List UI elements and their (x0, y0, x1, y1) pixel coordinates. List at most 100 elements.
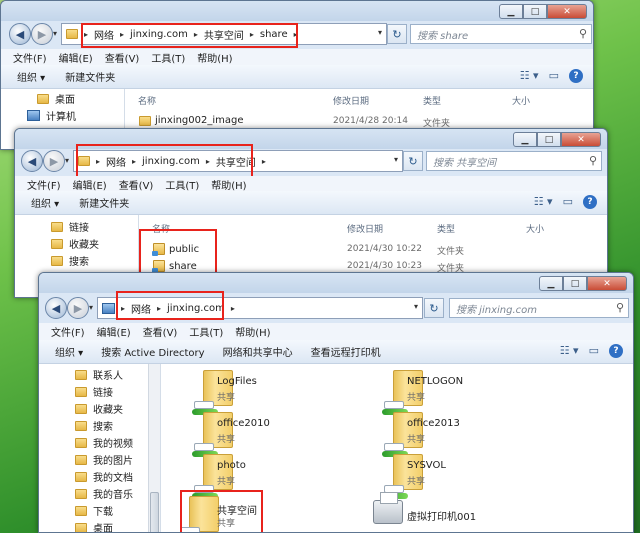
recent-pages-dropdown-icon[interactable]: ▾ (65, 156, 69, 165)
menu-help[interactable]: 帮助(H) (197, 50, 232, 65)
nav-scrollbar[interactable] (148, 364, 160, 532)
breadcrumb-network[interactable]: 网络 (94, 27, 114, 42)
view-options-icon[interactable]: ☷ ▾ (520, 69, 539, 83)
view-options-icon[interactable]: ☷ ▾ (560, 344, 579, 358)
column-name[interactable]: 名称 (138, 94, 156, 107)
forward-arrow-icon[interactable]: ▶ (43, 150, 65, 172)
maximize-button[interactable]: □ (537, 132, 561, 147)
preview-pane-icon[interactable]: ▭ (549, 69, 559, 83)
organize-button[interactable]: 组织 ▾ (17, 69, 45, 84)
close-button[interactable]: ✕ (547, 4, 587, 19)
nav-item-favorites[interactable]: 收藏夹 (51, 236, 99, 251)
breadcrumb-domain[interactable]: jinxing.com (142, 156, 200, 167)
magnifier-icon[interactable]: ⚲ (589, 154, 597, 167)
minimize-button[interactable]: ▁ (499, 4, 523, 19)
nav-item-downloads[interactable]: 下载 (75, 503, 113, 518)
breadcrumb-shared-space[interactable]: 共享空间 (216, 154, 256, 169)
breadcrumb-network[interactable]: 网络 (106, 154, 126, 169)
menu-file[interactable]: 文件(F) (13, 50, 47, 65)
menu-tools[interactable]: 工具(T) (151, 50, 185, 65)
back-arrow-icon[interactable]: ◀ (9, 23, 31, 45)
nav-item-desktop[interactable]: 桌面 (75, 520, 113, 532)
organize-button[interactable]: 组织 ▾ (55, 344, 83, 359)
refresh-icon[interactable]: ↻ (424, 298, 444, 318)
breadcrumb-shared-space[interactable]: 共享空间 (204, 27, 244, 42)
column-type[interactable]: 类型 (423, 94, 441, 107)
help-icon[interactable]: ? (583, 195, 597, 209)
address-dropdown-icon[interactable]: ▾ (378, 28, 382, 37)
nav-item-searches[interactable]: 搜索 (51, 253, 89, 268)
breadcrumb-domain[interactable]: jinxing.com (130, 29, 188, 40)
address-dropdown-icon[interactable]: ▾ (394, 155, 398, 164)
forward-arrow-icon[interactable]: ▶ (31, 23, 53, 45)
search-input[interactable]: 搜索 share ⚲ (410, 24, 592, 44)
minimize-button[interactable]: ▁ (539, 276, 563, 291)
breadcrumb-share[interactable]: share (260, 29, 288, 40)
address-bar[interactable]: ▸ 网络 ▸ jinxing.com ▸ 共享空间 ▸ share ▸ ▾ (61, 23, 387, 45)
menu-file[interactable]: 文件(F) (27, 177, 61, 192)
file-row-share[interactable]: share (152, 260, 197, 273)
nav-item-my-videos[interactable]: 我的视频 (75, 435, 133, 450)
refresh-icon[interactable]: ↻ (387, 24, 407, 44)
nav-item-my-documents[interactable]: 我的文档 (75, 469, 133, 484)
view-options-icon[interactable]: ☷ ▾ (534, 195, 553, 209)
menu-edit[interactable]: 编辑(E) (73, 177, 107, 192)
view-remote-printers-button[interactable]: 查看远程打印机 (311, 344, 381, 359)
column-size[interactable]: 大小 (512, 94, 530, 107)
menu-view[interactable]: 查看(V) (105, 50, 140, 65)
column-size[interactable]: 大小 (526, 222, 544, 235)
new-folder-button[interactable]: 新建文件夹 (65, 69, 115, 84)
forward-arrow-icon[interactable]: ▶ (67, 297, 89, 319)
column-type[interactable]: 类型 (437, 222, 455, 235)
address-bar[interactable]: ▸ 网络 ▸ jinxing.com ▸ 共享空间 ▸ ▾ (73, 150, 403, 172)
file-row-public[interactable]: public (152, 243, 199, 256)
search-input[interactable]: 搜索 jinxing.com ⚲ (449, 298, 629, 318)
address-dropdown-icon[interactable]: ▾ (414, 302, 418, 311)
menu-edit[interactable]: 编辑(E) (97, 324, 131, 339)
nav-item-contacts[interactable]: 联系人 (75, 367, 123, 382)
magnifier-icon[interactable]: ⚲ (616, 301, 624, 314)
back-arrow-icon[interactable]: ◀ (45, 297, 67, 319)
nav-item-computer[interactable]: 计算机 (27, 108, 76, 123)
menu-view[interactable]: 查看(V) (143, 324, 178, 339)
menu-edit[interactable]: 编辑(E) (59, 50, 93, 65)
nav-item-desktop[interactable]: 桌面 (37, 91, 75, 106)
file-row-jinxing002-image[interactable]: jinxing002_image (139, 115, 244, 126)
maximize-button[interactable]: □ (523, 4, 547, 19)
column-modified[interactable]: 修改日期 (333, 94, 369, 107)
help-icon[interactable]: ? (609, 344, 623, 358)
address-bar[interactable]: ▸ 网络 ▸ jinxing.com ▸ ▾ (97, 297, 423, 319)
search-input[interactable]: 搜索 共享空间 ⚲ (426, 151, 602, 171)
minimize-button[interactable]: ▁ (513, 132, 537, 147)
nav-item-my-pictures[interactable]: 我的图片 (75, 452, 133, 467)
search-active-directory-button[interactable]: 搜索 Active Directory (101, 344, 204, 359)
scrollbar-thumb[interactable] (150, 492, 159, 532)
nav-item-links[interactable]: 链接 (51, 219, 89, 234)
breadcrumb-domain[interactable]: jinxing.com (167, 303, 225, 314)
recent-pages-dropdown-icon[interactable]: ▾ (53, 29, 57, 38)
column-name[interactable]: 名称 (152, 222, 170, 235)
nav-item-favorites[interactable]: 收藏夹 (75, 401, 123, 416)
refresh-icon[interactable]: ↻ (403, 151, 423, 171)
back-arrow-icon[interactable]: ◀ (21, 150, 43, 172)
nav-item-my-music[interactable]: 我的音乐 (75, 486, 133, 501)
menu-view[interactable]: 查看(V) (119, 177, 154, 192)
nav-item-searches[interactable]: 搜索 (75, 418, 113, 433)
preview-pane-icon[interactable]: ▭ (563, 195, 573, 209)
maximize-button[interactable]: □ (563, 276, 587, 291)
close-button[interactable]: ✕ (561, 132, 601, 147)
menu-help[interactable]: 帮助(H) (211, 177, 246, 192)
close-button[interactable]: ✕ (587, 276, 627, 291)
column-modified[interactable]: 修改日期 (347, 222, 383, 235)
organize-button[interactable]: 组织 ▾ (31, 195, 59, 210)
menu-tools[interactable]: 工具(T) (189, 324, 223, 339)
network-sharing-center-button[interactable]: 网络和共享中心 (223, 344, 293, 359)
nav-item-links[interactable]: 链接 (75, 384, 113, 399)
menu-file[interactable]: 文件(F) (51, 324, 85, 339)
preview-pane-icon[interactable]: ▭ (589, 344, 599, 358)
magnifier-icon[interactable]: ⚲ (579, 27, 587, 40)
menu-help[interactable]: 帮助(H) (235, 324, 270, 339)
breadcrumb-network[interactable]: 网络 (131, 301, 151, 316)
menu-tools[interactable]: 工具(T) (165, 177, 199, 192)
help-icon[interactable]: ? (569, 69, 583, 83)
